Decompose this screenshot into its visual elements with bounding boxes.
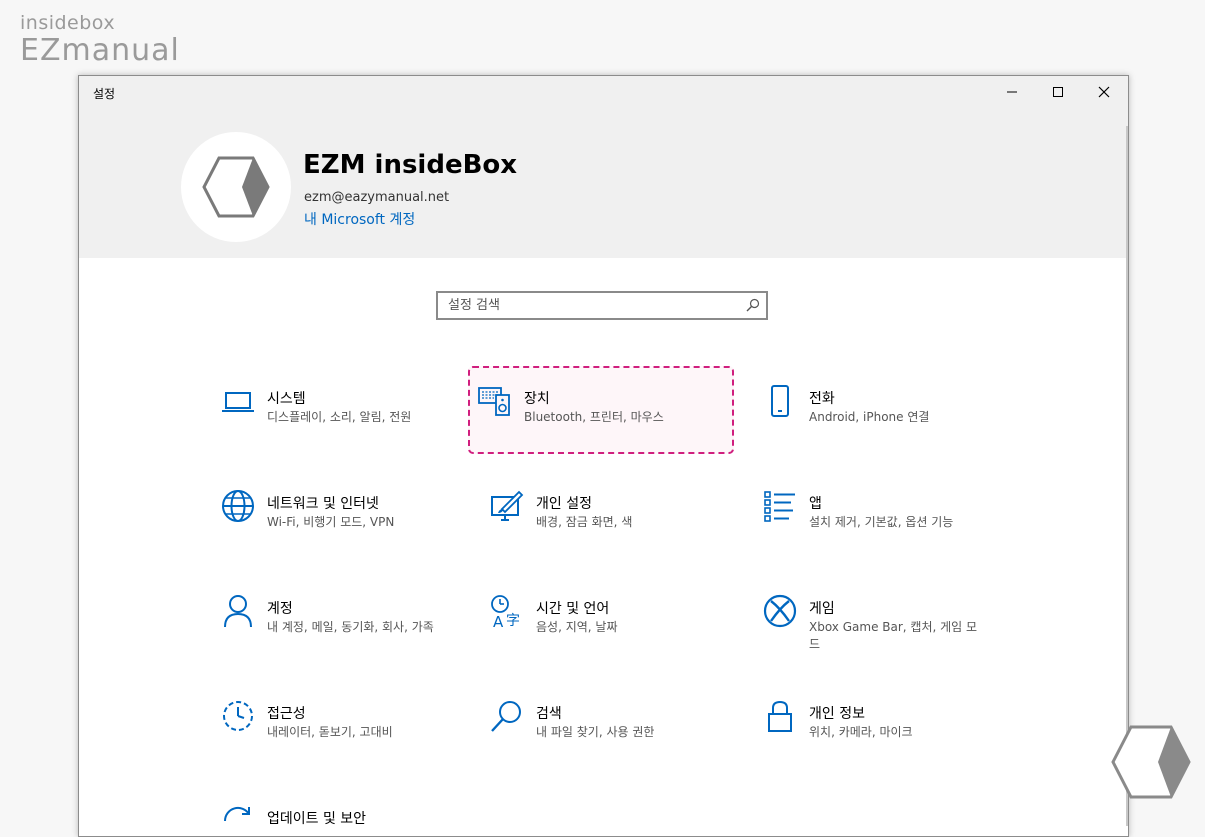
tile-description: 음성, 지역, 날짜 bbox=[536, 620, 618, 634]
tile-description: Android, iPhone 연결 bbox=[809, 410, 930, 424]
tile-description: 내 파일 찾기, 사용 권한 bbox=[536, 725, 655, 739]
tile-title: 검색 bbox=[536, 706, 562, 722]
tile-update-security[interactable]: 업데이트 및 보안 bbox=[211, 786, 477, 836]
tile-description: Xbox Game Bar, 캡처, 게임 모드 bbox=[809, 620, 978, 651]
tile-title: 게임 bbox=[809, 601, 835, 617]
tile-description: 디스플레이, 소리, 알림, 전원 bbox=[267, 410, 412, 424]
tile-description: 설치 제거, 기본값, 옵션 기능 bbox=[809, 515, 954, 529]
tile-phone[interactable]: 전화 Android, iPhone 연결 bbox=[753, 366, 1019, 454]
tile-search[interactable]: 검색 내 파일 찾기, 사용 권한 bbox=[480, 681, 746, 769]
tile-title: 시스템 bbox=[267, 391, 306, 407]
watermark: insidebox EZmanual bbox=[20, 12, 180, 68]
globe-icon bbox=[222, 490, 254, 522]
tile-description: 내 계정, 메일, 동기화, 회사, 가족 bbox=[267, 620, 434, 634]
tile-network[interactable]: 네트워크 및 인터넷 Wi-Fi, 비행기 모드, VPN bbox=[211, 471, 477, 559]
tile-description: 내레이터, 돋보기, 고대비 bbox=[267, 725, 393, 739]
avatar-logo-icon bbox=[202, 156, 270, 218]
window-title: 설정 bbox=[93, 87, 116, 101]
time-language-icon: A 字 bbox=[491, 595, 520, 628]
close-icon bbox=[1098, 86, 1110, 98]
tile-title: 전화 bbox=[809, 391, 835, 407]
personalization-icon bbox=[491, 490, 524, 521]
close-button[interactable] bbox=[1081, 76, 1127, 108]
phone-icon bbox=[771, 385, 789, 417]
tile-description: 위치, 카메라, 마이크 bbox=[809, 725, 913, 739]
tile-apps[interactable]: 앱 설치 제거, 기본값, 옵션 기능 bbox=[753, 471, 1019, 559]
tile-title: 앱 bbox=[809, 496, 822, 512]
microsoft-account-link[interactable]: 내 Microsoft 계정 bbox=[304, 209, 415, 229]
svg-text:字: 字 bbox=[506, 613, 520, 628]
update-icon bbox=[223, 806, 250, 822]
ease-of-access-icon bbox=[223, 701, 253, 731]
user-email: ezm@eazymanual.net bbox=[304, 190, 450, 205]
maximize-icon bbox=[1053, 87, 1063, 97]
hexagon-logo-icon bbox=[1111, 725, 1191, 799]
tile-time-language[interactable]: A 字 시간 및 언어 음성, 지역, 날짜 bbox=[480, 576, 746, 664]
scrollbar[interactable] bbox=[1126, 126, 1128, 826]
svg-text:A: A bbox=[493, 613, 504, 628]
tile-accounts[interactable]: 계정 내 계정, 메일, 동기화, 회사, 가족 bbox=[211, 576, 477, 664]
tile-description: Wi-Fi, 비행기 모드, VPN bbox=[267, 515, 395, 529]
tile-ease-of-access[interactable]: 접근성 내레이터, 돋보기, 고대비 bbox=[211, 681, 477, 769]
tile-system[interactable]: 시스템 디스플레이, 소리, 알림, 전원 bbox=[211, 366, 477, 454]
minimize-icon bbox=[1007, 91, 1017, 93]
watermark-line1: insidebox bbox=[20, 12, 116, 34]
laptop-icon bbox=[222, 392, 254, 412]
minimize-button[interactable] bbox=[989, 76, 1035, 108]
tile-title: 개인 설정 bbox=[536, 496, 592, 512]
tile-title: 계정 bbox=[267, 601, 293, 617]
tile-gaming[interactable]: 게임 Xbox Game Bar, 캡처, 게임 모드 bbox=[753, 576, 1019, 664]
search-input[interactable] bbox=[438, 293, 738, 318]
search-magnifier-icon bbox=[491, 701, 521, 732]
tile-devices[interactable]: 장치 Bluetooth, 프린터, 마우스 bbox=[468, 366, 734, 454]
settings-window: 설정 EZM insideBox ezm@eazymanual.net 내 Mi… bbox=[78, 75, 1129, 837]
search-icon[interactable] bbox=[746, 298, 760, 312]
tile-description: Bluetooth, 프린터, 마우스 bbox=[524, 410, 664, 424]
tile-privacy[interactable]: 개인 정보 위치, 카메라, 마이크 bbox=[753, 681, 1019, 769]
title-bar: 설정 bbox=[79, 76, 1128, 108]
avatar bbox=[181, 132, 291, 242]
devices-icon bbox=[478, 387, 510, 416]
tile-title: 시간 및 언어 bbox=[536, 601, 610, 617]
watermark-logo bbox=[1110, 724, 1192, 804]
user-name: EZM insideBox bbox=[303, 150, 518, 180]
tile-personalization[interactable]: 개인 설정 배경, 잠금 화면, 색 bbox=[480, 471, 746, 559]
watermark-line2: EZmanual bbox=[20, 33, 180, 68]
person-icon bbox=[224, 595, 252, 628]
tile-title: 장치 bbox=[524, 391, 550, 407]
tile-title: 업데이트 및 보안 bbox=[267, 811, 367, 827]
xbox-icon bbox=[763, 594, 797, 628]
maximize-button[interactable] bbox=[1035, 76, 1081, 108]
tile-description: 배경, 잠금 화면, 색 bbox=[536, 515, 633, 529]
account-header: EZM insideBox ezm@eazymanual.net 내 Micro… bbox=[79, 108, 1128, 258]
tile-title: 개인 정보 bbox=[809, 706, 865, 722]
apps-list-icon bbox=[764, 491, 795, 522]
lock-icon bbox=[768, 700, 792, 732]
tile-title: 접근성 bbox=[267, 706, 306, 722]
settings-search bbox=[436, 291, 768, 320]
tile-title: 네트워크 및 인터넷 bbox=[267, 496, 379, 512]
